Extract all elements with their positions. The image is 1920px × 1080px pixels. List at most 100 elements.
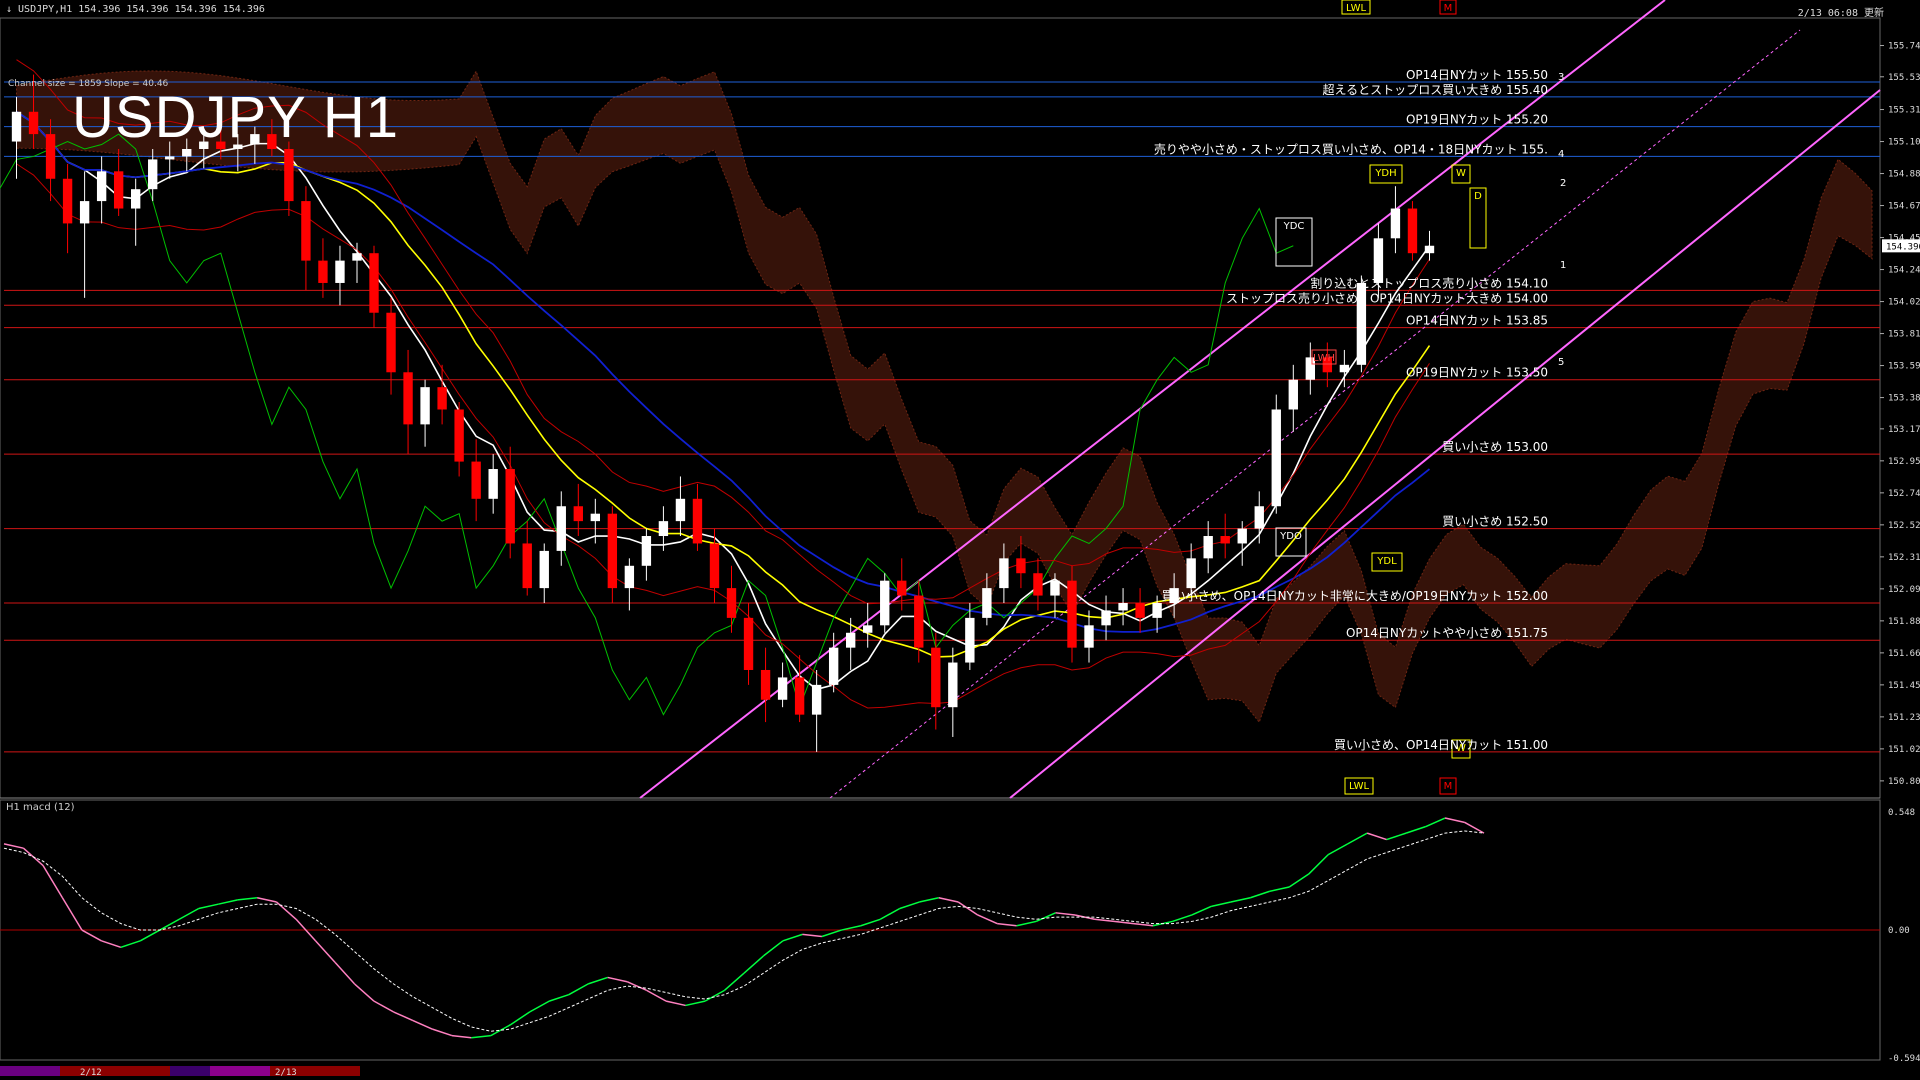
marker-label: LWL [1346,3,1367,14]
candle-body [335,260,345,283]
y-tick-label: 153.170 [1888,425,1920,435]
candle-body [318,260,328,283]
candle-body [522,543,532,589]
fan-label: 2 [1560,178,1566,189]
candle-body [1186,558,1196,589]
y-tick-label: 155.315 [1888,106,1920,116]
y-tick-label: 152.095 [1888,585,1920,595]
candle-body [403,372,413,425]
candle-body [113,171,124,209]
candle-body [420,387,430,425]
macd-tick-label: 0.548 [1888,808,1915,818]
level-label: 買い小さめ 152.50 [1442,515,1548,529]
y-tick-label: 155.745 [1888,42,1920,52]
candle-body [1101,610,1111,626]
candle-body [62,178,73,224]
candle-body [1084,625,1094,648]
symbol-header: ↓ USDJPY,H1 154.396 154.396 154.396 154.… [6,4,265,15]
y-tick-label: 154.240 [1888,266,1920,276]
level-label: 超えるとストップロス買い大きめ 155.40 [1323,82,1548,97]
candle-body [45,134,56,179]
candle-body [79,201,90,224]
candle-body [811,684,822,715]
candle-body [999,558,1009,589]
candle-body [488,469,498,499]
candle-body [505,469,515,544]
candle-body [369,253,379,313]
candle-body [965,617,975,663]
candle-body [845,632,856,648]
fan-label: 5 [1558,357,1564,368]
candle-body [437,387,447,410]
y-tick-label: 151.235 [1888,713,1920,723]
y-tick-label: 153.380 [1888,394,1920,404]
candle-body [1135,603,1145,618]
level-label: 買い小さめ、OP14日NYカット 151.00 [1334,738,1548,752]
candle-body [914,595,924,648]
candle-body [777,677,788,700]
candle-body [556,506,566,551]
level-label: ストップロス売り小さめ、OP14日NYカット大きめ 154.00 [1226,290,1548,305]
candle-body [641,536,652,566]
fan-label: 4 [1558,149,1564,160]
candle-body [1424,245,1435,254]
candle-body [590,513,601,522]
candle-body [880,580,890,626]
candle-body [1050,580,1060,596]
marker-label: YDO [1279,531,1302,542]
x-date-label: 2/12 [80,1068,102,1078]
candle-body [1254,506,1264,529]
candle-body [165,156,175,160]
fan-label: 3 [1558,72,1564,83]
candle-body [1390,208,1401,239]
candle-body [1271,409,1281,507]
level-label: 売りやや小さめ・ストップロス買い小さめ、OP14・18日NYカット 155. [1154,141,1548,156]
marker-label: D [1474,191,1482,202]
candle-body [148,159,158,190]
marker-label: YDC [1283,221,1305,232]
candle-body [624,565,635,589]
fan-label: 1 [1560,260,1566,271]
marker-label: LWL [1349,781,1370,792]
y-tick-label: 152.310 [1888,553,1920,563]
session-band [60,1066,170,1076]
marker-label: LWH [1313,353,1335,364]
y-tick-label: 154.670 [1888,202,1920,212]
candle-body [675,498,686,522]
x-date-label: 2/13 [275,1068,297,1078]
candle-body [1067,580,1077,648]
candle-body [828,647,839,685]
candle-body [1288,379,1298,410]
candle-body [386,312,396,373]
candle-body [863,625,873,633]
candle-body [948,662,958,708]
marker-label: YDL [1376,556,1397,567]
y-tick-label: 154.885 [1888,170,1920,180]
y-tick-label: 151.020 [1888,745,1920,755]
level-label: 割り込むとストップロス売り小さめ 154.10 [1310,275,1548,290]
y-tick-label: 154.025 [1888,298,1920,308]
candle-body [301,201,311,261]
update-time: 2/13 06:08 更新 [1797,8,1884,19]
candle-body [130,189,141,209]
chart-canvas: YDCYDHYDOYDLLWHLWLLWLWWDMM12345 OP14日NYカ… [0,0,1920,1080]
candle-body [1033,573,1043,596]
level-label: OP19日NYカット 153.50 [1406,366,1548,380]
macd-tick-label: -0.594 [1888,1054,1920,1064]
session-band [0,1066,60,1076]
y-tick-label: 151.665 [1888,649,1920,659]
current-price-label: 154.396 [1886,242,1920,252]
level-label: 買い小さめ、OP14日NYカット非常に大きめ/OP19日NYカット 152.00 [1162,589,1548,603]
marker-label: YDH [1374,168,1396,179]
y-tick-label: 152.740 [1888,489,1920,499]
y-tick-label: 151.880 [1888,617,1920,627]
y-tick-label: 152.955 [1888,457,1920,467]
candle-body [284,148,294,202]
candle-body [28,111,39,135]
candle-body [11,111,22,142]
candle-body [931,647,941,708]
level-label: OP14日NYカット 155.50 [1406,68,1548,82]
candle-body [1220,536,1230,544]
candle-body [1237,528,1247,544]
candle-body [454,409,464,462]
